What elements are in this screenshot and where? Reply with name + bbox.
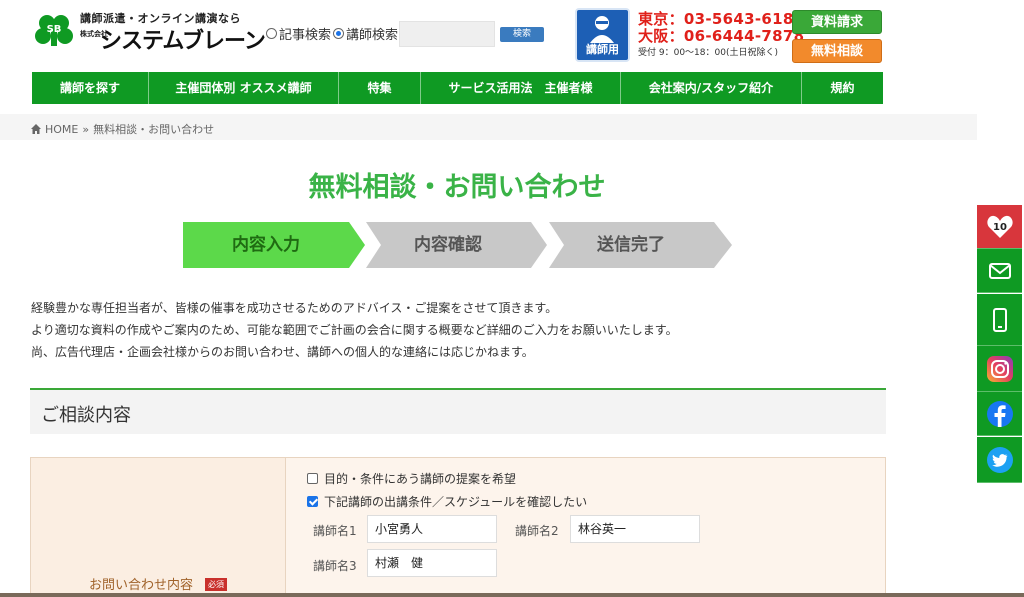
search-option-articles[interactable]: 記事検索 <box>266 24 331 43</box>
logo-name[interactable]: システムブレーン <box>100 23 266 55</box>
step-complete: 送信完了 <box>597 235 665 255</box>
instagram-button[interactable] <box>977 346 1022 392</box>
section-header: ご相談内容 <box>30 388 886 434</box>
svg-text:10: 10 <box>993 222 1007 233</box>
phone-osaka[interactable]: 大阪：06-6444-7878 <box>638 25 804 46</box>
nav-item-company[interactable]: 会社案内/スタッフ紹介 <box>621 72 802 104</box>
main-nav: 講師を探す 主催団体別 オススメ講師 特集 サービス活用法 主催者様 会社案内/… <box>32 72 883 104</box>
required-badge: 必須 <box>205 578 227 591</box>
step-confirm: 内容確認 <box>414 235 482 255</box>
section-title: ご相談内容 <box>41 405 131 426</box>
intro-line-2: より適切な資料の作成やご案内のため、可能な範囲でご計画の会合に関する概要など詳細… <box>31 323 678 337</box>
search-option-lecturers[interactable]: 講師検索 <box>333 24 398 43</box>
nav-item-recommended[interactable]: 主催団体別 オススメ講師 <box>149 72 339 104</box>
nav-item-features[interactable]: 特集 <box>339 72 421 104</box>
radio-articles[interactable] <box>266 28 277 39</box>
lecturer2-input[interactable]: 林谷英一 <box>570 515 700 543</box>
bottom-border <box>0 593 1024 597</box>
lecturer1-label: 講師名1 <box>313 524 357 538</box>
logo-icon[interactable]: SB <box>34 12 74 48</box>
heart-icon: 10 <box>986 215 1013 238</box>
intro-line-1: 経験豊かな専任担当者が、皆様の催事を成功させるためのアドバイス・ご提案をさせて頂… <box>31 301 558 315</box>
lecturer3-input[interactable]: 村瀬 健 <box>367 549 497 577</box>
checkbox-row-confirm[interactable]: 下記講師の出講条件／スケジュールを確認したい <box>307 493 587 510</box>
page-title: 無料相談・お問い合わせ <box>308 172 606 203</box>
mail-button[interactable] <box>977 249 1022 293</box>
twitter-icon <box>986 446 1013 473</box>
step-input: 内容入力 <box>232 235 300 255</box>
lecturer3-label: 講師名3 <box>313 559 357 573</box>
lecturer2-label: 講師名2 <box>515 524 559 538</box>
search-button[interactable]: 検索 <box>500 27 544 42</box>
twitter-button[interactable] <box>977 437 1022 483</box>
radio-lecturers[interactable] <box>333 28 344 39</box>
checkbox-row-suggest[interactable]: 目的・条件にあう講師の提案を希望 <box>307 470 516 487</box>
inquiry-label: お問い合わせ内容 <box>89 578 194 593</box>
free-consult-button[interactable]: 無料相談 <box>792 39 882 63</box>
home-icon <box>31 124 41 134</box>
facebook-button[interactable] <box>977 392 1022 436</box>
breadcrumb-home[interactable]: HOME <box>45 123 78 136</box>
intro-line-3: 尚、広告代理店・企画会社様からのお問い合わせ、講師への個人的な連絡には応じかねま… <box>31 345 534 359</box>
smartphone-icon <box>992 307 1007 332</box>
facebook-icon <box>986 400 1013 427</box>
breadcrumb-current: 無料相談・お問い合わせ <box>93 123 215 136</box>
request-docs-button[interactable]: 資料請求 <box>792 10 882 34</box>
checkbox-suggest[interactable] <box>307 473 318 484</box>
business-hours: 受付 9：00〜18：00(土日祝除く) <box>638 48 778 58</box>
lecturer-login-button[interactable]: 講師用 <box>575 8 630 62</box>
phone-button[interactable] <box>977 294 1022 346</box>
search-input[interactable] <box>399 21 495 47</box>
like-button[interactable]: 10 <box>977 205 1022 249</box>
lecturer1-input[interactable]: 小宮勇人 <box>367 515 497 543</box>
breadcrumb: HOME » 無料相談・お問い合わせ <box>31 121 214 137</box>
nav-item-service-usage[interactable]: サービス活用法 主催者様 <box>421 72 621 104</box>
person-icon <box>590 16 614 43</box>
nav-item-find-lecturer[interactable]: 講師を探す <box>32 72 149 104</box>
checkbox-confirm[interactable] <box>307 496 318 507</box>
svg-text:SB: SB <box>47 24 62 35</box>
mail-icon <box>988 262 1011 279</box>
breadcrumb-separator: » <box>82 122 90 136</box>
instagram-icon <box>986 355 1013 382</box>
nav-item-terms[interactable]: 規約 <box>802 72 883 104</box>
